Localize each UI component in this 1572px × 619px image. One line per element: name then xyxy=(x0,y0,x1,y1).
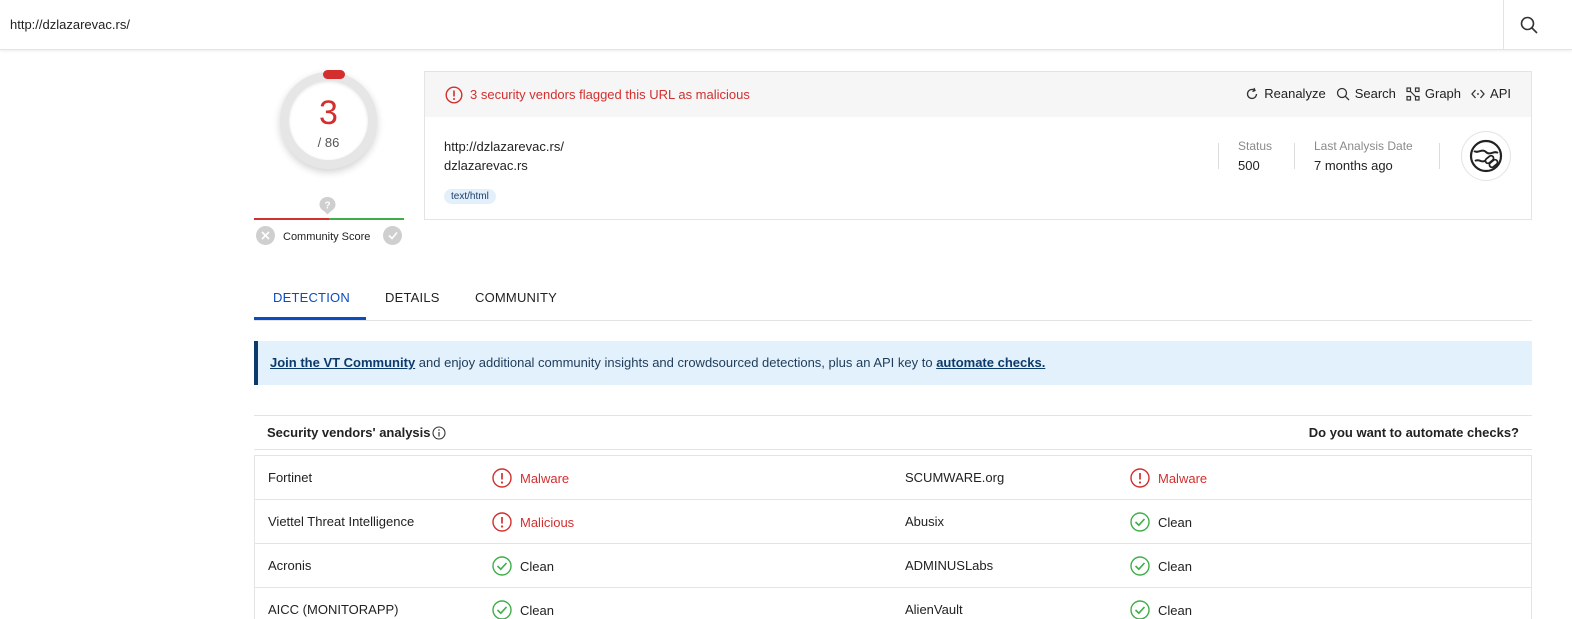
alert-header: 3 security vendors flagged this URL as m… xyxy=(425,72,1531,117)
vendor-result-label: Clean xyxy=(1158,514,1192,530)
content-type-tag[interactable]: text/html xyxy=(444,189,496,204)
vote-harmless-button[interactable] xyxy=(383,226,402,245)
tab-community[interactable]: COMMUNITY xyxy=(456,280,576,320)
community-question-icon: ? xyxy=(319,197,336,215)
detection-count: 3 xyxy=(319,94,338,132)
vendor-name: ADMINUSLabs xyxy=(905,558,994,573)
vendor-result: Malware xyxy=(1130,468,1207,488)
url-type-badge xyxy=(1461,131,1511,181)
vendor-result: Clean xyxy=(1130,600,1192,619)
search-action-button[interactable]: Search xyxy=(1336,86,1396,101)
vendor-result-label: Malware xyxy=(1158,470,1208,486)
banner-text: and enjoy additional community insights … xyxy=(415,355,937,370)
check-circle-icon xyxy=(1130,556,1150,576)
reanalyze-label: Reanalyze xyxy=(1264,86,1326,101)
vendor-name: AlienVault xyxy=(905,602,963,617)
link-globe-icon xyxy=(1469,139,1503,173)
graph-button[interactable]: Graph xyxy=(1406,86,1461,101)
vendor-result: Malware xyxy=(492,468,569,488)
vendor-result-label: Clean xyxy=(520,602,554,618)
community-bar-positive xyxy=(329,218,404,220)
tab-details[interactable]: DETAILS xyxy=(366,280,459,320)
check-circle-icon xyxy=(492,600,512,619)
search-icon xyxy=(1336,87,1350,100)
top-search-bar xyxy=(0,0,1572,50)
analyzed-url: http://dzlazarevac.rs/ xyxy=(444,139,564,154)
api-button[interactable]: API xyxy=(1471,86,1511,101)
search-button[interactable] xyxy=(1503,0,1553,50)
alert-icon xyxy=(1130,468,1150,488)
vendor-result: Clean xyxy=(1130,512,1192,532)
last-analysis-value: 7 months ago xyxy=(1314,158,1393,173)
gauge-center: 3 / 86 xyxy=(289,81,368,160)
api-icon xyxy=(1471,89,1485,98)
alert-icon xyxy=(445,86,463,104)
report-tabs: DETECTION DETAILS COMMUNITY xyxy=(254,280,1532,321)
url-summary-card: 3 security vendors flagged this URL as m… xyxy=(424,71,1532,220)
join-community-link[interactable]: Join the VT Community xyxy=(270,355,415,370)
vendors-title: Security vendors' analysis xyxy=(267,425,431,440)
vendor-result: Clean xyxy=(492,556,554,576)
vendor-name: SCUMWARE.org xyxy=(905,470,1005,485)
graph-label: Graph xyxy=(1424,86,1462,101)
vendors-header: Security vendors' analysis Do you want t… xyxy=(254,415,1532,450)
vendor-result: Malicious xyxy=(492,512,574,532)
meta-divider xyxy=(1294,143,1295,169)
check-circle-icon xyxy=(1130,512,1150,532)
community-banner: Join the VT Community and enjoy addition… xyxy=(254,341,1532,385)
vendor-result: Clean xyxy=(492,600,554,619)
vendor-name: Abusix xyxy=(905,514,945,529)
status-label: Status xyxy=(1238,139,1273,153)
vendor-result-label: Malware xyxy=(520,470,570,486)
alert-message: 3 security vendors flagged this URL as m… xyxy=(470,87,750,102)
vendor-name: Acronis xyxy=(268,558,312,573)
status-value: 500 xyxy=(1238,158,1260,173)
check-circle-icon xyxy=(492,556,512,576)
vendor-result-label: Clean xyxy=(520,558,554,574)
close-icon xyxy=(261,231,270,240)
api-label: API xyxy=(1490,86,1511,101)
table-row: Fortinet Malware SCUMWARE.org Malware xyxy=(255,456,1531,500)
vendor-name: Fortinet xyxy=(268,470,313,485)
gauge-arc xyxy=(323,70,345,79)
vendor-result-label: Malicious xyxy=(520,514,575,530)
table-row: Viettel Threat Intelligence Malicious Abus… xyxy=(255,500,1531,544)
search-icon xyxy=(1520,16,1538,34)
last-analysis-label: Last Analysis Date xyxy=(1314,139,1413,153)
automate-checks-prompt[interactable]: Do you want to automate checks? xyxy=(1309,425,1519,440)
detection-score-gauge: 3 / 86 xyxy=(280,70,377,169)
vote-malicious-button[interactable] xyxy=(256,226,275,245)
action-toolbar: Reanalyze Search Graph API xyxy=(1245,86,1511,101)
graph-icon xyxy=(1406,86,1420,101)
automate-checks-link[interactable]: automate checks. xyxy=(936,355,1045,370)
community-bar-negative xyxy=(254,218,329,220)
svg-text:?: ? xyxy=(324,201,330,212)
vendor-result: Clean xyxy=(1130,556,1192,576)
analyzed-domain: dzlazarevac.rs xyxy=(444,158,528,173)
refresh-icon xyxy=(1247,87,1258,99)
vendor-name: AICC (MONITORAPP) xyxy=(268,602,399,617)
vendor-result-label: Clean xyxy=(1158,558,1192,574)
meta-divider xyxy=(1439,143,1440,169)
alert-icon xyxy=(492,512,512,532)
check-circle-icon xyxy=(1130,600,1150,619)
alert-icon xyxy=(492,468,512,488)
vendors-table: Fortinet Malware SCUMWARE.org Malware Viette… xyxy=(254,455,1532,619)
search-action-label: Search xyxy=(1354,86,1396,101)
vendor-result-label: Clean xyxy=(1158,602,1192,618)
check-icon xyxy=(387,231,398,240)
table-row: Acronis Clean ADMINUSLabs Clean xyxy=(255,544,1531,588)
detection-total: / 86 xyxy=(317,135,340,150)
reanalyze-button[interactable]: Reanalyze xyxy=(1245,86,1326,101)
community-score-label: Community Score xyxy=(283,231,371,243)
tab-detection[interactable]: DETECTION xyxy=(254,280,366,320)
info-icon[interactable] xyxy=(432,426,446,440)
vendor-name: Viettel Threat Intelligence xyxy=(268,514,415,529)
search-input[interactable] xyxy=(10,0,1490,50)
table-row: AICC (MONITORAPP) Clean AlienVault Clean xyxy=(255,588,1531,619)
meta-divider xyxy=(1218,143,1219,169)
